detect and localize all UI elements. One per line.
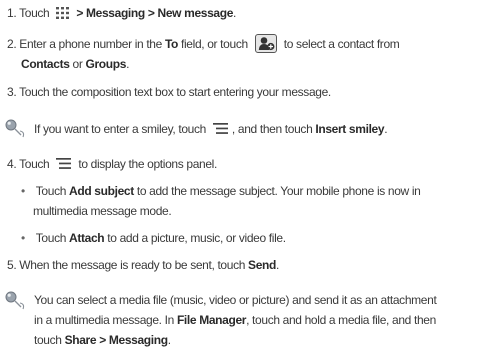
step-2-line-1: 2. Enter a phone number in the To field,… bbox=[7, 33, 400, 53]
step-4-bullet-2: • Touch Attach to add a picture, music, … bbox=[21, 230, 286, 246]
tip-1: If you want to enter a smiley, touch , a… bbox=[34, 121, 388, 137]
step-5-send: Send bbox=[248, 258, 276, 272]
tip-2-messaging: Messaging bbox=[108, 333, 168, 347]
step-1-messaging: Messaging bbox=[86, 6, 145, 20]
instructions-page: { "steps": [ { "number": "1.", "parts": … bbox=[0, 0, 504, 353]
step-5-number: 5. bbox=[7, 258, 17, 272]
step-2-text-b: field, or touch bbox=[181, 37, 248, 51]
tip-2-share: Share bbox=[64, 333, 97, 347]
step-4: 4. Touch to display the options panel. bbox=[7, 156, 217, 172]
tip-1-text-a: If you want to enter a smiley, touch bbox=[34, 122, 206, 136]
step-4-bullet-1-line-2: multimedia message mode. bbox=[33, 203, 172, 219]
step-1-period: . bbox=[233, 6, 237, 20]
tip-1-period: . bbox=[384, 122, 388, 136]
bullet-1-text-2: multimedia message mode. bbox=[33, 204, 172, 218]
step-1-number: 1. bbox=[7, 6, 17, 20]
step-5: 5. When the message is ready to be sent,… bbox=[7, 257, 279, 273]
step-1: 1. Touch > Messaging > New message. bbox=[7, 5, 236, 21]
tip-2-text-2b: , touch and hold a media file, and then bbox=[246, 313, 436, 327]
step-2-number: 2. bbox=[7, 37, 17, 51]
bullet-2-attach: Attach bbox=[69, 231, 105, 245]
step-2-contacts: Contacts bbox=[21, 57, 70, 71]
step-2-text-a: Enter a phone number in the bbox=[19, 37, 162, 51]
tip-icon bbox=[4, 290, 28, 310]
step-2-or: or bbox=[72, 57, 83, 71]
tip-2-touch: touch bbox=[34, 333, 62, 347]
step-1-new-message: New message bbox=[157, 6, 234, 20]
step-4-text-b: to display the options panel. bbox=[78, 157, 217, 171]
bullet-2-touch: Touch bbox=[35, 231, 67, 245]
step-2-groups: Groups bbox=[85, 57, 127, 71]
bullet-1-touch: Touch bbox=[35, 184, 67, 198]
apps-grid-icon bbox=[56, 6, 70, 19]
tip-2-line-2: in a multimedia message. In File Manager… bbox=[34, 312, 436, 328]
step-1-sep-2: > bbox=[147, 6, 155, 20]
step-2-to-field: To bbox=[164, 37, 179, 51]
tip-2-line-3: touch Share > Messaging. bbox=[34, 332, 171, 348]
step-4-number: 4. bbox=[7, 157, 17, 171]
step-5-period: . bbox=[276, 258, 279, 272]
step-3: 3. Touch the composition text box to sta… bbox=[7, 84, 331, 100]
bullet-1-add-subject: Add subject bbox=[69, 184, 134, 198]
contact-picker-icon bbox=[254, 33, 277, 53]
tip-2-text-1: You can select a media file (music, vide… bbox=[34, 293, 437, 307]
bullet-marker: • bbox=[21, 231, 25, 245]
tip-1-insert-smiley: Insert smiley bbox=[315, 122, 385, 136]
step-2-text-c: to select a contact from bbox=[283, 37, 400, 51]
step-2-line-2: Contacts or Groups. bbox=[21, 56, 129, 72]
step-4-bullet-1-line-1: • Touch Add subject to add the message s… bbox=[21, 183, 421, 199]
tip-2-sep: > bbox=[99, 333, 106, 347]
tip-2-file-manager: File Manager bbox=[176, 313, 247, 327]
tip-1-text-b: , and then touch bbox=[231, 122, 313, 136]
step-3-text: Touch the composition text box to start … bbox=[19, 85, 331, 99]
tip-icon bbox=[4, 118, 28, 138]
step-3-number: 3. bbox=[7, 85, 17, 99]
tip-2-period: . bbox=[167, 333, 171, 347]
tip-2-line-1: You can select a media file (music, vide… bbox=[34, 292, 437, 308]
step-4-text-touch: Touch bbox=[19, 157, 50, 171]
step-2-period: . bbox=[126, 57, 130, 71]
step-1-text-touch: Touch bbox=[19, 6, 50, 20]
bullet-marker: • bbox=[21, 184, 25, 198]
step-1-sep-1: > bbox=[76, 6, 84, 20]
step-5-text: When the message is ready to be sent, to… bbox=[19, 258, 246, 272]
bullet-2-text: to add a picture, music, or video file. bbox=[107, 231, 286, 245]
bullet-1-text: to add the message subject. Your mobile … bbox=[136, 184, 421, 198]
menu-icon bbox=[212, 123, 228, 135]
tip-2-text-2a: in a multimedia message. In bbox=[34, 313, 174, 327]
menu-icon bbox=[56, 158, 72, 170]
